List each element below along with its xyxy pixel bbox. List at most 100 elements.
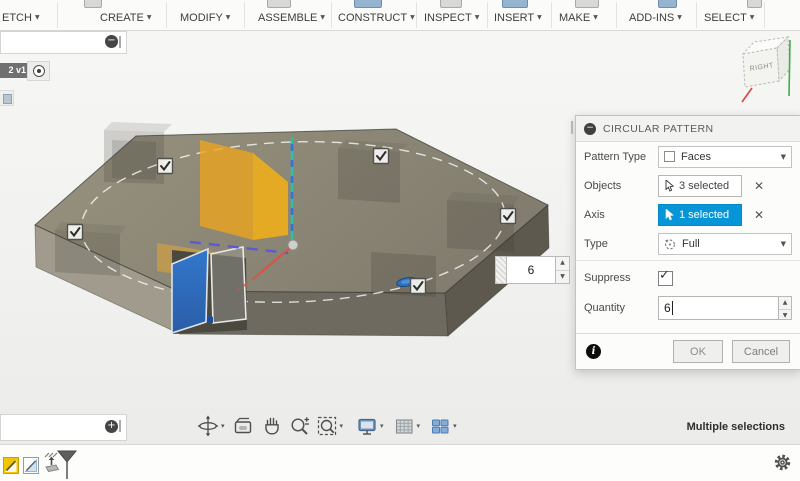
quantity-up-button[interactable]: ▲	[779, 297, 791, 310]
type-label: Type	[584, 237, 608, 250]
collapse-panel-button[interactable]: −	[105, 35, 118, 48]
ok-button[interactable]: OK	[673, 340, 723, 363]
fit-icon[interactable]	[316, 415, 338, 437]
circular-pattern-dialog: − CIRCULAR PATTERN Pattern Type Faces ▼ …	[571, 115, 800, 370]
timeline-sketch2-icon[interactable]	[23, 456, 40, 475]
caret-down-icon: ▼	[320, 14, 325, 21]
viewcube-red-axis	[741, 87, 753, 103]
assemble-tool-icon[interactable]	[354, 0, 382, 8]
text-cursor	[671, 301, 673, 315]
menu-sketch[interactable]: ETCH ▼	[2, 12, 40, 24]
document-activate-radio[interactable]	[27, 61, 50, 81]
pattern-instance-checkbox[interactable]	[66, 223, 84, 241]
pattern-type-dropdown[interactable]: Faces ▼	[658, 145, 792, 168]
modify-tool-icon[interactable]	[267, 0, 291, 8]
zoom-icon[interactable]	[289, 415, 311, 437]
quantity-down-button[interactable]: ▼	[779, 310, 791, 322]
viewports-icon[interactable]	[429, 415, 451, 437]
add-ins-tool-icon[interactable]	[658, 0, 677, 8]
dialog-divider	[576, 260, 800, 261]
panel-drag-handle[interactable]	[119, 36, 121, 48]
toolbar-separator	[57, 2, 58, 28]
menu-modify[interactable]: MODIFY ▼	[180, 12, 230, 24]
caret-down-icon: ▼	[780, 152, 786, 161]
select-tool-icon[interactable]	[747, 0, 762, 8]
panel-drag-handle[interactable]	[119, 420, 121, 432]
cursor-icon	[665, 179, 674, 192]
menu-add-ins[interactable]: ADD-INS ▼	[629, 12, 682, 24]
pattern-instance-checkbox[interactable]	[499, 207, 517, 225]
orbit-icon[interactable]	[197, 415, 219, 437]
caret-down-icon[interactable]: ▾	[417, 422, 421, 430]
pattern-instance-checkbox[interactable]	[372, 147, 390, 165]
canvas-quantity-spinner: 6 ▲ ▼	[495, 256, 570, 284]
selected-notch-faces[interactable]	[171, 246, 247, 335]
dialog-title-bar[interactable]: − CIRCULAR PATTERN	[576, 116, 800, 142]
axis-selection-button[interactable]: 1 selected	[658, 203, 742, 226]
caret-down-icon[interactable]: ▾	[221, 422, 225, 430]
insert-tool-icon[interactable]	[502, 0, 528, 8]
top-toolbar: ETCH ▼ CREATE ▼ MODIFY ▼ ASSEMBLE ▼ CONSTRUC…	[0, 0, 800, 31]
caret-down-icon[interactable]: ▾	[380, 422, 384, 430]
make-tool-icon[interactable]	[575, 0, 599, 8]
menu-insert[interactable]: INSERT ▼	[494, 12, 542, 24]
pattern-type-label: Pattern Type	[584, 150, 647, 163]
caret-down-icon[interactable]: ▾	[340, 422, 344, 430]
objects-selection-button[interactable]: 3 selected	[658, 174, 742, 197]
display-settings-icon[interactable]	[356, 415, 378, 437]
suppress-checkbox[interactable]: ✓	[658, 268, 673, 286]
selection-status: Multiple selections	[686, 421, 785, 433]
quantity-value-field[interactable]: 6	[506, 256, 556, 284]
browser-header-bar: −	[0, 31, 127, 54]
menu-inspect[interactable]: INSPECT ▼	[424, 12, 479, 24]
toolbar-separator	[616, 2, 617, 28]
quantity-label: Quantity	[584, 302, 625, 314]
model-canvas[interactable]	[0, 100, 570, 400]
caret-down-icon: ▼	[677, 14, 682, 21]
origin-point[interactable]	[287, 239, 299, 251]
toolbar-separator	[764, 2, 765, 28]
timeline-sketch1-icon[interactable]	[3, 456, 20, 475]
expand-panel-button[interactable]: +	[105, 420, 118, 433]
caret-down-icon[interactable]: ▾	[453, 422, 457, 430]
dialog-footer: i OK Cancel	[576, 333, 800, 369]
caret-down-icon: ▼	[225, 14, 231, 21]
pan-hand-icon[interactable]	[261, 415, 283, 437]
pattern-instance-checkbox[interactable]	[409, 277, 427, 295]
construct-tool-icon[interactable]	[440, 0, 462, 8]
dialog-drag-handle[interactable]	[571, 121, 573, 134]
viewcube-green-axis	[788, 39, 791, 97]
sketch-tool-icon[interactable]	[84, 0, 102, 8]
objects-count: 3 selected	[679, 179, 730, 192]
construction-plane-left[interactable]	[200, 140, 253, 240]
viewcube[interactable]: RIGHT	[731, 28, 800, 113]
clear-objects-button[interactable]: ✕	[754, 179, 764, 193]
pattern-type-row: Pattern Type Faces ▼	[576, 142, 800, 171]
spinner-drag-handle[interactable]	[495, 256, 506, 284]
comments-bar: +	[0, 414, 127, 441]
type-value: Full	[682, 237, 700, 250]
cancel-button[interactable]: Cancel	[732, 340, 790, 363]
document-name-chip[interactable]: 2 v1	[0, 63, 28, 78]
gear-icon[interactable]	[773, 453, 792, 472]
pattern-instance-checkbox[interactable]	[156, 157, 174, 175]
type-dropdown[interactable]: Full ▼	[658, 232, 792, 255]
menu-construct[interactable]: CONSTRUCT ▼	[338, 12, 415, 24]
grid-icon[interactable]	[393, 415, 415, 437]
spinner-down-button[interactable]: ▼	[556, 271, 569, 284]
info-icon[interactable]: i	[586, 344, 601, 359]
menu-assemble[interactable]: ASSEMBLE ▼	[258, 12, 325, 24]
toolbar-separator	[487, 2, 488, 28]
clear-axis-button[interactable]: ✕	[754, 208, 764, 222]
type-row: Type Full ▼	[576, 229, 800, 258]
look-at-icon[interactable]	[232, 415, 254, 437]
timeline-marker[interactable]	[57, 450, 77, 480]
caret-down-icon: ▼	[537, 14, 542, 21]
menu-select[interactable]: SELECT ▼	[704, 12, 754, 24]
menu-make[interactable]: MAKE ▼	[559, 12, 598, 24]
menu-create[interactable]: CREATE ▼	[100, 12, 151, 24]
dialog-collapse-button[interactable]: −	[584, 122, 596, 135]
spinner-up-button[interactable]: ▲	[556, 257, 569, 271]
quantity-row: Quantity 6 ▲ ▼	[576, 293, 800, 323]
quantity-input[interactable]: 6	[658, 296, 779, 320]
